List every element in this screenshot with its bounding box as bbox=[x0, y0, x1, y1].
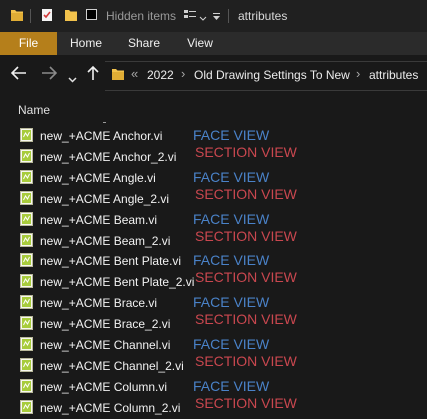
ribbon-tabs: File Home Share View bbox=[0, 32, 427, 55]
chevron-down-icon[interactable] bbox=[199, 11, 207, 25]
file-name: new_+ACME Brace.vi bbox=[40, 296, 158, 311]
vi-file-icon bbox=[20, 399, 33, 414]
face-view-annotation: FACE VIEW bbox=[193, 127, 270, 143]
list-item[interactable]: new_+ACME Beam_2.vi SECTION VIEW bbox=[0, 227, 427, 251]
breadcrumb-separator[interactable]: › bbox=[356, 66, 360, 81]
list-item[interactable]: new_+ACME Channel_2.vi SECTION VIEW bbox=[0, 352, 427, 376]
list-item[interactable]: new_+ACME Brace.vi FACE VIEW bbox=[0, 292, 427, 313]
file-name: new_+ACME Bent Plate_2.vi bbox=[40, 275, 195, 290]
vi-file-icon bbox=[20, 148, 33, 163]
file-name: new_+ACME Angle_2.vi bbox=[40, 191, 170, 206]
list-item[interactable]: new_+ACME Beam.vi FACE VIEW bbox=[0, 209, 427, 230]
section-view-annotation: SECTION VIEW bbox=[195, 227, 297, 244]
list-item[interactable]: new_+ACME Column.vi FACE VIEW bbox=[0, 376, 427, 397]
face-view-annotation: FACE VIEW bbox=[193, 168, 270, 185]
list-item[interactable]: new_+ACME Bent Plate_2.vi SECTION VIEW bbox=[0, 269, 427, 292]
recent-locations-chevron-icon[interactable] bbox=[68, 70, 77, 88]
file-name: new_+ACME Beam_2.vi bbox=[40, 233, 171, 248]
list-item[interactable]: new_+ACME Anchor_2.vi SECTION VIEW bbox=[0, 143, 427, 167]
list-item[interactable]: new_+ACME Channel.vi FACE VIEW bbox=[0, 334, 427, 355]
address-row: « 2022 › Old Drawing Settings To New › a… bbox=[0, 55, 427, 95]
section-view-annotation: SECTION VIEW bbox=[195, 269, 297, 286]
vi-file-icon bbox=[20, 211, 33, 226]
face-view-annotation: FACE VIEW bbox=[193, 252, 270, 269]
properties-icon[interactable] bbox=[40, 8, 54, 25]
section-view-annotation: SECTION VIEW bbox=[195, 311, 297, 328]
vi-file-icon bbox=[20, 316, 33, 331]
forward-arrow-icon[interactable] bbox=[41, 66, 58, 85]
list-item[interactable]: new_+ACME Brace_2.vi SECTION VIEW bbox=[0, 311, 427, 334]
vi-file-icon bbox=[20, 128, 33, 142]
breadcrumb-item[interactable]: Old Drawing Settings To New bbox=[194, 68, 350, 82]
list-item[interactable]: new_+ACME Column_2.vi SECTION VIEW bbox=[0, 394, 427, 418]
vi-file-icon bbox=[20, 337, 33, 351]
section-view-annotation: SECTION VIEW bbox=[195, 394, 297, 411]
file-name: new_+ACME Bent Plate.vi bbox=[40, 254, 182, 269]
file-name: new_+ACME Channel.vi bbox=[40, 338, 171, 352]
options-icon[interactable] bbox=[183, 8, 197, 25]
vi-file-icon bbox=[20, 190, 33, 205]
hidden-items-label[interactable]: Hidden items bbox=[106, 9, 176, 23]
file-name: new_+ACME Column_2.vi bbox=[40, 400, 181, 415]
file-name: new_+ACME Angle.vi bbox=[40, 170, 156, 185]
vi-file-icon bbox=[20, 232, 33, 247]
vi-file-icon bbox=[20, 357, 33, 372]
face-view-annotation: FACE VIEW bbox=[193, 210, 270, 227]
list-item[interactable]: new_+ACME Bent Plate.vi FACE VIEW bbox=[0, 250, 427, 271]
vi-file-icon bbox=[20, 295, 33, 310]
toolbar-divider bbox=[228, 9, 229, 23]
list-item[interactable]: new_+ACME Angle.vi FACE VIEW bbox=[0, 167, 427, 188]
face-view-annotation: FACE VIEW bbox=[193, 336, 270, 352]
list-item[interactable]: new_+ACME Anchor.vi FACE VIEW bbox=[0, 125, 427, 146]
section-view-annotation: SECTION VIEW bbox=[195, 185, 297, 202]
hidden-items-checkbox[interactable] bbox=[86, 9, 97, 20]
tab-view[interactable]: View bbox=[180, 32, 220, 55]
tab-home[interactable]: Home bbox=[62, 32, 110, 55]
toolbar-divider bbox=[30, 9, 31, 23]
section-view-annotation: SECTION VIEW bbox=[195, 352, 297, 369]
sort-indicator bbox=[103, 122, 106, 123]
breadcrumb-item[interactable]: 2022 bbox=[147, 68, 174, 82]
file-name: new_+ACME Beam.vi bbox=[40, 212, 158, 227]
list-item[interactable]: new_+ACME Angle_2.vi SECTION VIEW bbox=[0, 185, 427, 209]
file-name: new_+ACME Anchor_2.vi bbox=[40, 149, 177, 164]
tab-file[interactable]: File bbox=[0, 32, 57, 55]
title-bar: Hidden items attributes bbox=[0, 0, 427, 32]
folder-icon bbox=[111, 67, 125, 81]
up-arrow-icon[interactable] bbox=[87, 65, 99, 86]
vi-file-icon bbox=[20, 378, 33, 393]
breadcrumb-overflow[interactable]: « bbox=[131, 66, 138, 81]
vi-file-icon bbox=[20, 253, 33, 268]
tab-share[interactable]: Share bbox=[122, 32, 166, 55]
customize-toolbar-icon[interactable] bbox=[212, 10, 221, 24]
new-folder-icon[interactable] bbox=[64, 8, 78, 25]
face-view-annotation: FACE VIEW bbox=[193, 294, 270, 311]
vi-file-icon bbox=[20, 169, 33, 184]
name-column-header[interactable]: Name bbox=[18, 103, 50, 117]
file-name: new_+ACME Brace_2.vi bbox=[40, 317, 171, 332]
breadcrumb-item[interactable]: attributes bbox=[369, 68, 418, 82]
section-view-annotation: SECTION VIEW bbox=[195, 143, 297, 160]
file-name: new_+ACME Column.vi bbox=[40, 379, 168, 394]
folder-icon[interactable] bbox=[10, 8, 24, 22]
back-arrow-icon[interactable] bbox=[10, 66, 27, 85]
face-view-annotation: FACE VIEW bbox=[193, 377, 270, 394]
file-name: new_+ACME Anchor.vi bbox=[40, 129, 163, 143]
file-name: new_+ACME Channel_2.vi bbox=[40, 358, 184, 373]
window-title: attributes bbox=[238, 9, 288, 23]
vi-file-icon bbox=[20, 274, 33, 289]
breadcrumb-separator[interactable]: › bbox=[181, 66, 185, 81]
